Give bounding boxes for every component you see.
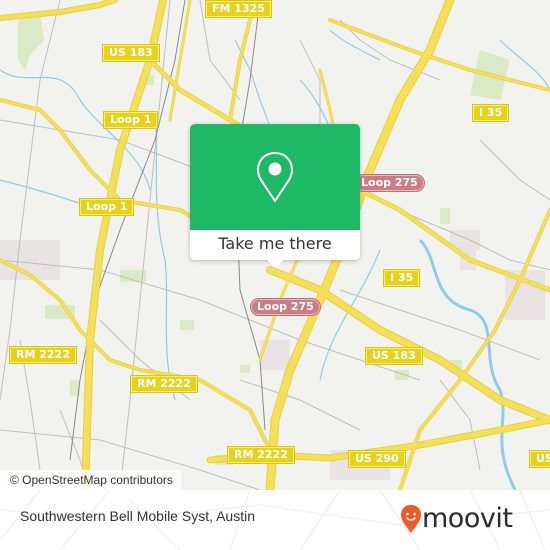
road-shield-loop-1: Loop 1 <box>80 199 134 215</box>
road-shield-us-290: US 290 <box>349 451 405 467</box>
map-view[interactable]: FM 1325 US 183 Loop 1 Loop 1 I 35 Loop 2… <box>0 0 550 490</box>
road-shield-loop-1: Loop 1 <box>104 112 158 128</box>
road-shield-loop-275: Loop 275 <box>251 299 320 315</box>
road-shield-i-35: I 35 <box>384 270 420 286</box>
map-attribution[interactable]: © OpenStreetMap contributors <box>0 470 181 490</box>
place-name: Southwestern Bell Mobile Syst, Austin <box>20 508 256 524</box>
road-shield-us: US <box>530 451 550 467</box>
road-shield-us-183: US 183 <box>366 348 422 364</box>
road-shield-loop-275: Loop 275 <box>355 175 424 191</box>
road-shield-us-183: US 183 <box>103 45 159 61</box>
road-shield-fm-1325: FM 1325 <box>206 1 271 17</box>
popup-header <box>190 124 360 230</box>
moovit-pin-icon <box>401 505 421 533</box>
road-shield-rm-2222: RM 2222 <box>131 376 197 392</box>
footer: Southwestern Bell Mobile Syst, Austin mo… <box>0 490 550 550</box>
popup-pointer <box>266 259 284 268</box>
road-shield-i-35: I 35 <box>473 105 509 121</box>
location-popup: Take me there <box>190 124 360 268</box>
road-shield-rm-2222: RM 2222 <box>10 347 76 363</box>
moovit-wordmark: moovit <box>422 503 513 534</box>
map-pin-icon <box>256 151 294 203</box>
take-me-there-button[interactable]: Take me there <box>190 230 360 260</box>
road-shield-rm-2222: RM 2222 <box>228 447 294 463</box>
